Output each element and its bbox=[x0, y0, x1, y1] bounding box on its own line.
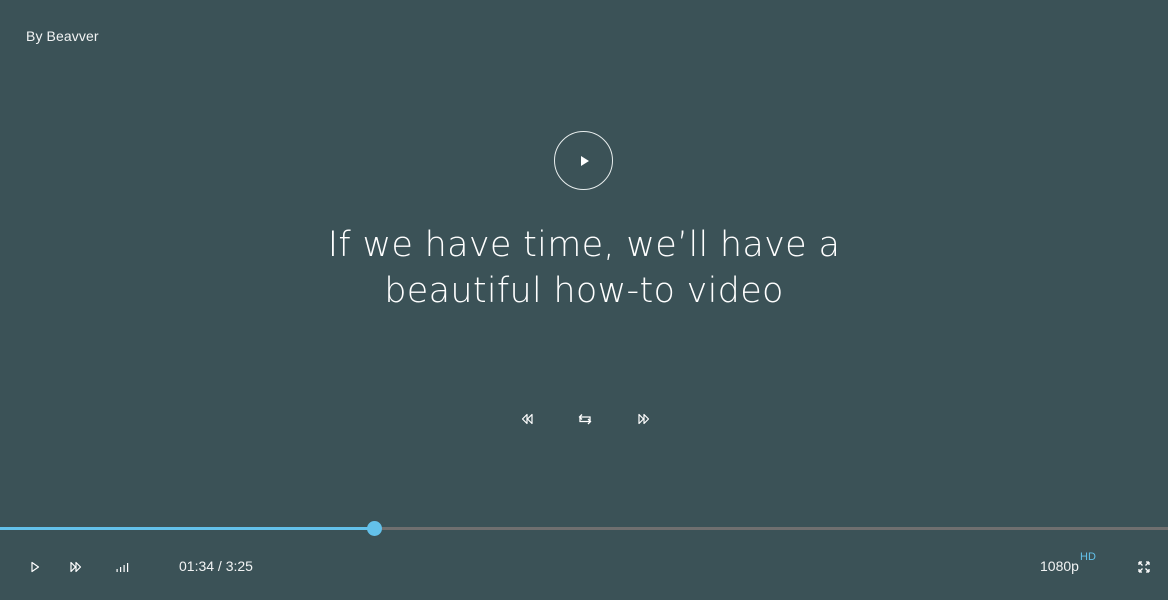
volume-button[interactable] bbox=[112, 557, 132, 577]
loop-button[interactable] bbox=[575, 409, 595, 429]
video-title: If we have time, we’ll have a beautiful … bbox=[284, 222, 884, 314]
rewind-icon bbox=[521, 413, 533, 425]
volume-bars-icon bbox=[116, 563, 129, 572]
play-button[interactable] bbox=[25, 557, 45, 577]
duration: 3:25 bbox=[225, 558, 253, 574]
time-display: 01:34 / 3:25 bbox=[179, 558, 253, 574]
rewind-button[interactable] bbox=[517, 409, 537, 429]
progress-fill bbox=[0, 527, 374, 530]
control-bar: 01:34 / 3:25 1080p HD bbox=[0, 551, 1168, 579]
quality-selector[interactable]: 1080p HD bbox=[1040, 551, 1096, 574]
video-title-line-2: beautiful how-to video bbox=[384, 271, 784, 311]
big-play-button[interactable] bbox=[554, 131, 613, 190]
time-separator: / bbox=[214, 558, 226, 574]
current-time: 01:34 bbox=[179, 558, 215, 574]
fast-forward-icon bbox=[638, 413, 650, 425]
video-player: By Beavver If we have time, we’ll have a… bbox=[0, 0, 1168, 600]
fast-forward-button[interactable] bbox=[634, 409, 654, 429]
quality-resolution: 1080p bbox=[1040, 558, 1079, 574]
fullscreen-button[interactable] bbox=[1134, 557, 1154, 577]
video-title-line-1: If we have time, we’ll have a bbox=[327, 225, 841, 265]
play-icon bbox=[581, 155, 589, 166]
progress-bar[interactable] bbox=[0, 521, 1168, 536]
play-icon bbox=[31, 561, 40, 573]
center-controls bbox=[0, 409, 1168, 429]
fullscreen-icon bbox=[1138, 561, 1150, 573]
fast-forward-icon bbox=[70, 561, 82, 573]
author-credit: By Beavver bbox=[26, 28, 99, 44]
hd-badge: HD bbox=[1080, 551, 1096, 563]
next-button[interactable] bbox=[66, 557, 86, 577]
progress-handle[interactable] bbox=[367, 521, 382, 536]
loop-icon bbox=[578, 414, 592, 425]
